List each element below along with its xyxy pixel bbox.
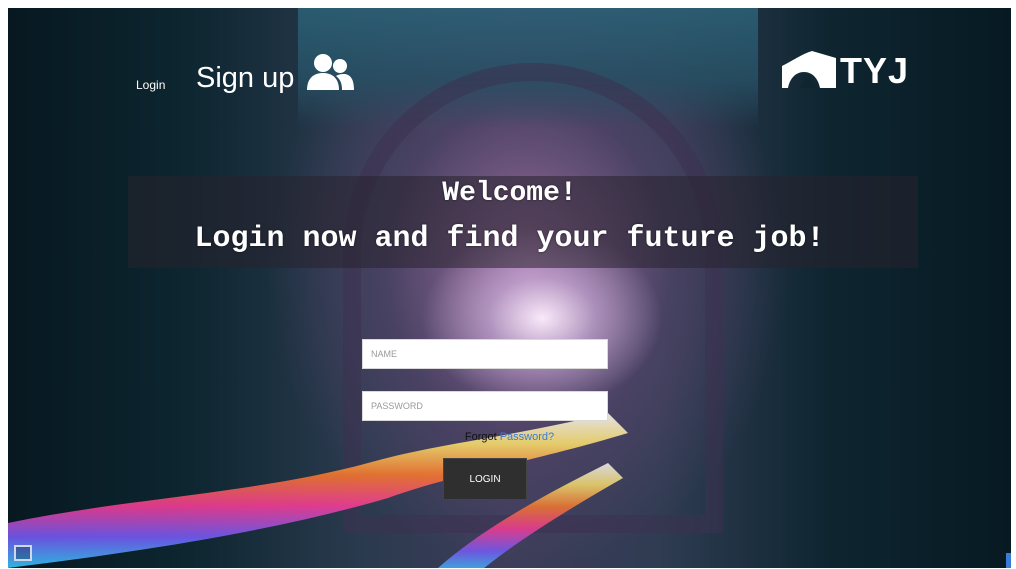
nav-login-link[interactable]: Login: [136, 78, 165, 92]
nav-signup-link[interactable]: Sign up: [196, 62, 294, 95]
image-icon[interactable]: [14, 545, 32, 561]
forgot-password-link[interactable]: Password?: [500, 431, 554, 443]
welcome-subtitle: Login now and find your future job!: [194, 222, 825, 256]
logo-text: TYJ: [840, 50, 910, 91]
password-input[interactable]: [362, 391, 608, 421]
users-icon[interactable]: [306, 52, 354, 92]
logo[interactable]: TYJ: [778, 48, 918, 94]
forgot-label: Forgot: [464, 431, 497, 443]
background-hero: Welcome! Login now and find your future …: [8, 8, 1011, 568]
bridge-logo-icon: [782, 51, 836, 88]
login-button[interactable]: LOGIN: [443, 458, 527, 500]
scroll-tab[interactable]: [1006, 553, 1011, 568]
name-input[interactable]: [362, 339, 608, 369]
rainbow-light-trail: [8, 413, 628, 568]
welcome-title: Welcome!: [442, 178, 577, 209]
forgot-password-row: Forgot Password?: [8, 431, 1011, 443]
